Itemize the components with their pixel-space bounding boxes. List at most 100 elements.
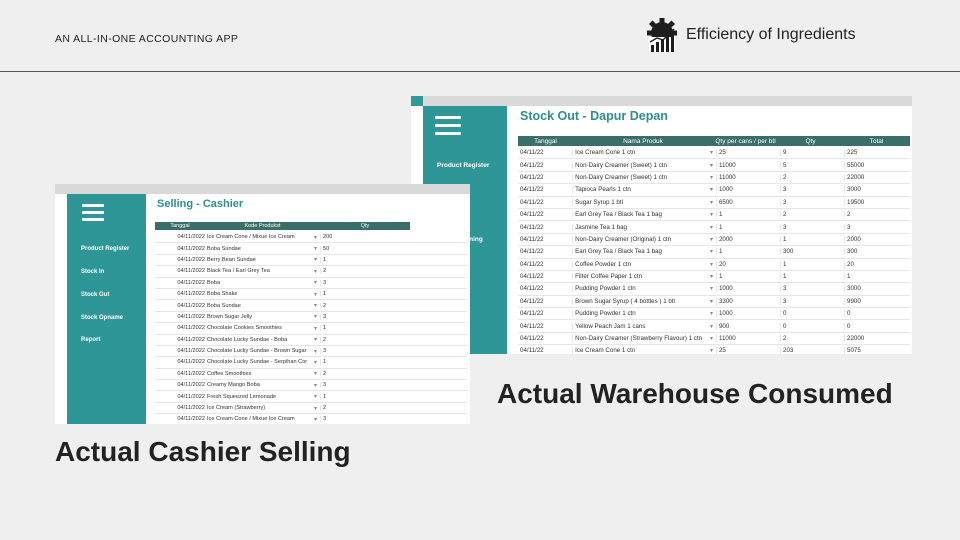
cell-qty: 1 xyxy=(320,256,410,263)
table-row: 04/11/22 Non-Dairy Creamer (Sweet) 1 ctn ▾… xyxy=(518,172,910,185)
dropdown-arrow-icon[interactable]: ▾ xyxy=(312,370,320,377)
dropdown-arrow-icon[interactable]: ▾ xyxy=(312,382,320,389)
dropdown-arrow-icon[interactable]: ▾ xyxy=(312,279,320,286)
table-row: 04/11/22 Yellow Peach Jam 1 cans ▾ 900 0 0 xyxy=(518,320,910,333)
cell-total: 20 xyxy=(844,260,910,268)
nav-product-register[interactable]: Product Register xyxy=(423,162,507,169)
table-row: 04/11/2022 Boba Shake ▾ 1 xyxy=(155,289,467,301)
cell-tanggal: 04/11/22 xyxy=(520,273,544,281)
cell-qty: 2 xyxy=(320,302,410,309)
col-tanggal: Tanggal xyxy=(534,137,557,145)
cell-tanggal: 04/11/2022 xyxy=(177,234,205,241)
cell-total: 0 xyxy=(844,322,910,330)
cell-qty: 1 xyxy=(780,260,844,268)
cell-qty-per: 11000 xyxy=(715,335,780,343)
cell-total: 19500 xyxy=(844,198,910,206)
cell-kode-produk: Boba Sundae xyxy=(207,245,241,252)
nav-stock-out[interactable]: Stock Out xyxy=(67,292,146,298)
cell-nama-produk: Pudding Powder 1 ctn xyxy=(572,310,710,318)
dropdown-arrow-icon[interactable]: ▾ xyxy=(312,268,320,275)
cell-tanggal: 04/11/2022 xyxy=(177,405,205,412)
dropdown-arrow-icon[interactable]: ▾ xyxy=(312,336,320,343)
cell-kode-produk: Ice Cream (Strawberry) xyxy=(207,405,266,412)
cell-kode-produk: Fresh Squeezed Lemonade xyxy=(207,393,277,400)
cell-qty: 3 xyxy=(780,297,844,305)
dropdown-arrow-icon[interactable]: ▾ xyxy=(312,256,320,263)
cell-qty: 1 xyxy=(320,325,410,332)
dropdown-arrow-icon[interactable]: ▾ xyxy=(312,234,320,241)
cell-kode-produk: Ice Cream Cone / Mixue Ice Cream xyxy=(207,416,295,423)
app-tagline: AN ALL-IN-ONE ACCOUNTING APP xyxy=(55,33,239,45)
hamburger-icon[interactable] xyxy=(82,204,104,225)
cell-nama-produk: Non-Dairy Creamer (Sweet) 1 ctn xyxy=(572,173,710,181)
cell-qty: 1 xyxy=(320,359,410,366)
cell-nama-produk: Tapioca Pearls 1 ctn xyxy=(572,186,710,194)
cell-total: 3 xyxy=(844,223,910,231)
cell-tanggal: 04/11/2022 xyxy=(177,302,205,309)
selling-sidebar: Product Register Stock In Stock Out Stoc… xyxy=(67,194,146,424)
cell-nama-produk: Brown Sugar Syrup ( 4 bottles ) 1 btl xyxy=(572,297,710,305)
table-row: 04/11/2022 Chocolate Lucky Sundae - Boba ▾… xyxy=(155,335,467,346)
cell-kode-produk: Black Tea / Earl Grey Tea xyxy=(207,268,270,275)
cell-qty: 50 xyxy=(320,245,410,252)
cell-qty: 200 xyxy=(320,234,410,241)
col-qty-per: Qty per cans / per btl xyxy=(715,137,776,145)
table-row: 04/11/22 Jasmine Tea 1 bag ▾ 1 3 3 xyxy=(518,221,910,234)
dropdown-arrow-icon[interactable]: ▾ xyxy=(312,348,320,355)
cell-tanggal: 04/11/2022 xyxy=(177,382,205,389)
cell-tanggal: 04/11/22 xyxy=(520,322,544,330)
cell-tanggal: 04/11/22 xyxy=(520,347,544,354)
cell-qty-per: 1 xyxy=(715,248,780,256)
cell-nama-produk: Earl Grey Tea / Black Tea 1 bag xyxy=(572,211,710,219)
dropdown-arrow-icon[interactable]: ▾ xyxy=(312,313,320,320)
cell-qty-per: 1 xyxy=(715,211,780,219)
dropdown-arrow-icon[interactable]: ▾ xyxy=(312,416,320,423)
cell-total: 5075 xyxy=(844,347,910,354)
cell-tanggal: 04/11/22 xyxy=(520,235,544,243)
dropdown-arrow-icon[interactable]: ▾ xyxy=(312,393,320,400)
dropdown-arrow-icon[interactable]: ▾ xyxy=(312,325,320,332)
cell-qty: 1 xyxy=(780,273,844,281)
hamburger-icon[interactable] xyxy=(435,116,461,140)
col-qty: Qty xyxy=(805,137,816,145)
cell-tanggal: 04/11/22 xyxy=(520,223,544,231)
cell-total: 1 xyxy=(844,273,910,281)
dropdown-arrow-icon[interactable]: ▾ xyxy=(312,245,320,252)
col-kode-produk: Kode Produkst xyxy=(244,223,281,229)
cell-total: 2000 xyxy=(844,235,910,243)
cell-qty: 1 xyxy=(320,393,410,400)
cell-qty: 3 xyxy=(320,348,410,355)
nav-report[interactable]: Report xyxy=(67,337,146,343)
nav-stock-in[interactable]: Stock In xyxy=(67,269,146,275)
cell-qty: 203 xyxy=(780,347,844,354)
caption-warehouse: Actual Warehouse Consumed xyxy=(497,378,893,409)
dropdown-arrow-icon[interactable]: ▾ xyxy=(312,405,320,412)
cell-nama-produk: Non-Dairy Creamer (Strawberry Flavour) 1… xyxy=(572,335,710,343)
cell-qty: 0 xyxy=(780,322,844,330)
cell-qty-per: 1000 xyxy=(715,285,780,293)
cell-tanggal: 04/11/22 xyxy=(520,149,544,157)
sheet-tab xyxy=(411,96,423,106)
cell-qty: 3 xyxy=(780,223,844,231)
cell-total: 55000 xyxy=(844,161,910,169)
dropdown-arrow-icon[interactable]: ▾ xyxy=(312,359,320,366)
cell-qty-per: 2000 xyxy=(715,235,780,243)
table-row: 04/11/2022 Chocolate Lucky Sundae - Serpi… xyxy=(155,357,467,369)
nav-product-register[interactable]: Product Register xyxy=(67,246,146,252)
cell-total: 225 xyxy=(844,149,910,157)
col-total: Total xyxy=(869,137,884,145)
cell-qty-per: 20 xyxy=(715,260,780,268)
cell-tanggal: 04/11/22 xyxy=(520,297,544,305)
table-row: 04/11/22 Ice Cream Cone 1 ctn ▾ 25 203 5075 xyxy=(518,345,910,354)
cell-tanggal: 04/11/22 xyxy=(520,285,544,293)
cell-nama-produk: Filter Coffee Paper 1 ctn xyxy=(572,273,710,281)
dropdown-arrow-icon[interactable]: ▾ xyxy=(312,291,320,298)
cell-qty: 2 xyxy=(320,370,410,377)
sheet-strip xyxy=(55,184,470,194)
dropdown-arrow-icon[interactable]: ▾ xyxy=(312,302,320,309)
nav-stock-opname[interactable]: Stock Opname xyxy=(67,315,146,321)
cell-nama-produk: Earl Grey Tea / Black Tea 1 bag xyxy=(572,248,710,256)
cell-nama-produk: Jasmine Tea 1 bag xyxy=(572,223,710,231)
cell-qty-per: 3300 xyxy=(715,297,780,305)
cell-qty: 5 xyxy=(780,161,844,169)
